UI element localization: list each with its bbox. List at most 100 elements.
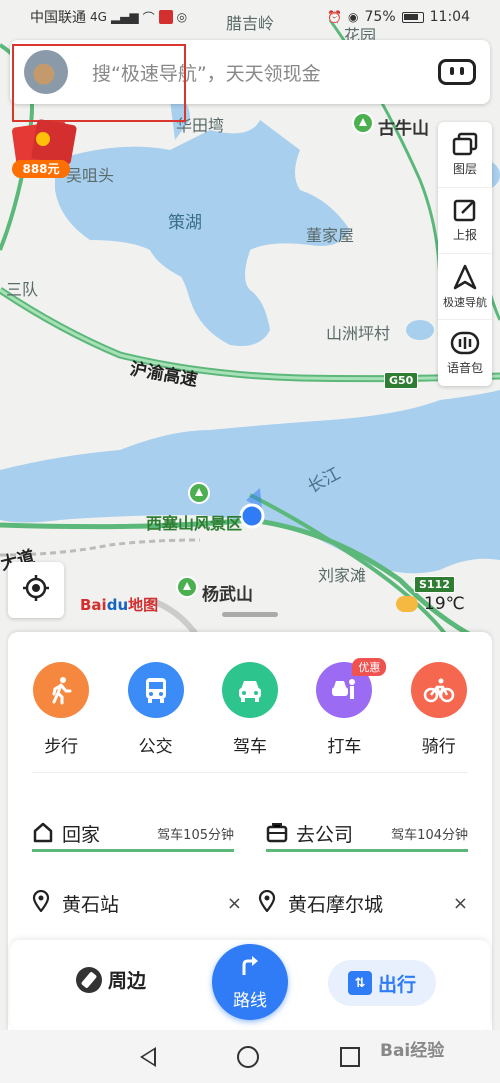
- recent-place-name: 黄石摩尔城: [288, 893, 384, 916]
- search-bar[interactable]: 搜“极速导航”，天天领现金: [10, 40, 490, 104]
- signal-icon: ▂▄▆: [110, 10, 139, 24]
- map-label-sandui: 三队: [6, 280, 39, 299]
- turn-arrow-icon: [238, 953, 262, 982]
- tab-travel[interactable]: ⇅ 出行: [328, 960, 436, 1006]
- divider: [32, 772, 468, 773]
- recent-place-name: 黄石站: [62, 893, 120, 916]
- mode-taxi-label: 打车: [327, 737, 362, 757]
- map-label-liujiatan: 刘家滩: [318, 566, 367, 585]
- edit-icon: [453, 198, 477, 222]
- layers-label: 图层: [452, 162, 477, 176]
- bottom-tab-bar: 周边 路线 ⇅ 出行: [10, 940, 490, 1030]
- baidu-map-logo: Baidu地图: [80, 596, 159, 614]
- tab-nearby[interactable]: 周边: [76, 966, 146, 993]
- tab-travel-label: 出行: [377, 973, 416, 996]
- crosshair-icon: [22, 574, 50, 606]
- mode-drive-label: 驾车: [232, 737, 267, 757]
- map-label-wuzantou: 吴咀头: [66, 166, 115, 185]
- location-pin-icon: [258, 889, 276, 916]
- go-home-eta: 驾车105分钟: [157, 828, 234, 843]
- highway-badge-g50: G50: [384, 372, 419, 389]
- go-home-label: 回家: [62, 824, 101, 846]
- voice-wave-icon: [450, 331, 480, 355]
- remove-recent-button[interactable]: ×: [453, 893, 468, 914]
- search-input[interactable]: 搜“极速导航”，天天领现金: [92, 59, 438, 86]
- voice-pack-button[interactable]: 语音包: [438, 320, 492, 386]
- bus-icon: [127, 662, 184, 718]
- transport-modes: 步行 公交 驾车 优惠 打车 骑行: [8, 658, 492, 757]
- app-notification-icon: ⌒: [142, 10, 155, 25]
- recent-place[interactable]: 黄石站 ×: [32, 888, 242, 918]
- panel-drag-handle[interactable]: [222, 612, 278, 617]
- back-icon[interactable]: [140, 1046, 157, 1067]
- mode-drive[interactable]: 驾车: [210, 662, 290, 757]
- home-icon: [32, 821, 54, 847]
- layers-button[interactable]: 图层: [438, 122, 492, 188]
- mic-icon: [158, 10, 173, 24]
- report-button[interactable]: 上报: [438, 188, 492, 254]
- fast-nav-button[interactable]: 极速导航: [438, 254, 492, 320]
- mode-walk[interactable]: 步行: [21, 662, 101, 757]
- poi-pin-icon[interactable]: [188, 482, 210, 504]
- map-label-shanzhoupingcun: 山洲坪村: [326, 324, 391, 343]
- go-work-label: 去公司: [296, 824, 354, 846]
- shortcut-row: 回家 驾车105分钟 去公司 驾车104分钟: [32, 818, 468, 852]
- compass-icon: [76, 966, 102, 993]
- coin-icon: [36, 132, 50, 146]
- location-icon: ◉: [348, 10, 359, 24]
- travel-icon: ⇅: [347, 971, 372, 995]
- network-type: 4G: [90, 10, 107, 24]
- report-label: 上报: [452, 228, 477, 242]
- weather-widget[interactable]: 19℃: [396, 594, 465, 614]
- map-label-cehu: 策湖: [168, 213, 202, 233]
- red-packet-promo[interactable]: 888元: [11, 118, 78, 180]
- tab-route[interactable]: 路线: [212, 944, 288, 1020]
- locate-me-button[interactable]: [8, 562, 64, 618]
- mode-walk-label: 步行: [44, 737, 79, 757]
- map-label-xisaishan[interactable]: 西塞山风景区: [146, 510, 242, 534]
- recent-places-row: 黄石站 × 黄石摩尔城 ×: [32, 888, 468, 918]
- mode-bike-label: 骑行: [421, 737, 456, 757]
- avatar[interactable]: [24, 50, 68, 94]
- home-circle-icon[interactable]: [236, 1045, 259, 1068]
- remove-recent-button[interactable]: ×: [227, 893, 242, 914]
- watermark: Bai经验: [380, 1041, 445, 1061]
- highway-badge-s112: S112: [414, 576, 455, 593]
- car-icon: [221, 662, 278, 718]
- tab-nearby-label: 周边: [108, 970, 147, 992]
- battery-icon: [401, 11, 424, 23]
- location-pin-icon: [32, 889, 50, 916]
- poi-pin-icon[interactable]: [352, 112, 374, 134]
- map-label-dongjiawu: 董家屋: [306, 226, 355, 245]
- status-bar: 中国联通 4G ▂▄▆ ⌒ ◎ ⏰ ◉ 75% 11:04: [0, 0, 500, 34]
- promo-badge: 优惠: [352, 658, 387, 676]
- map-label-huatianwan: 华田塆: [176, 116, 225, 135]
- walk-icon: [33, 662, 90, 718]
- tab-route-label: 路线: [233, 991, 267, 1011]
- navigation-arrow-icon: [453, 264, 477, 290]
- recent-place[interactable]: 黄石摩尔城 ×: [258, 888, 468, 918]
- carrier-name: 中国联通: [30, 10, 86, 26]
- partly-cloudy-icon: [396, 596, 418, 612]
- go-work-shortcut[interactable]: 去公司 驾车104分钟: [266, 818, 468, 852]
- poi-pin-icon[interactable]: [176, 576, 198, 598]
- mode-taxi[interactable]: 优惠 打车: [304, 658, 387, 757]
- temperature: 19℃: [424, 594, 465, 614]
- bike-icon: [410, 662, 467, 718]
- map-toolbar: 图层 上报 极速导航 语音包: [438, 122, 492, 386]
- clock: 11:04: [429, 9, 470, 25]
- briefcase-icon: [266, 821, 288, 847]
- battery-percent: 75%: [364, 9, 396, 25]
- layers-icon: [452, 132, 478, 156]
- map-label-yangwushan[interactable]: 杨武山: [202, 580, 253, 605]
- red-packet-amount: 888元: [12, 160, 70, 178]
- wechat-icon: ◎: [176, 10, 188, 24]
- map-label-guniushan[interactable]: 古牛山: [378, 114, 429, 139]
- mode-bike[interactable]: 骑行: [399, 662, 479, 757]
- mode-bus[interactable]: 公交: [116, 662, 196, 757]
- voice-pack-label: 语音包: [446, 360, 483, 375]
- go-home-shortcut[interactable]: 回家 驾车105分钟: [32, 818, 234, 852]
- recent-apps-icon[interactable]: [339, 1046, 360, 1067]
- mode-bus-label: 公交: [138, 737, 173, 757]
- voice-assistant-icon[interactable]: [438, 59, 476, 85]
